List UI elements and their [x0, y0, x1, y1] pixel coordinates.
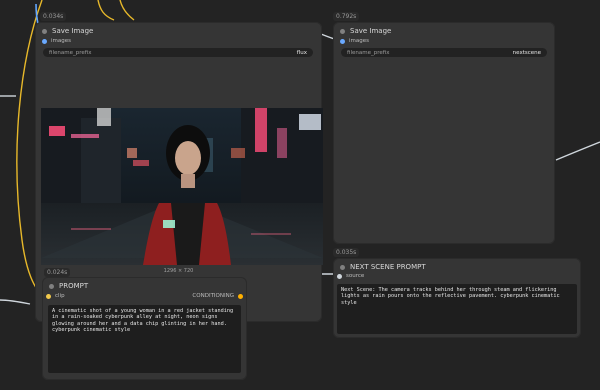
input-label: images [349, 38, 369, 44]
widget-value: nextscene [512, 49, 541, 56]
collapse-dot-icon[interactable] [340, 264, 345, 270]
filename-prefix-field[interactable]: filename_prefix flux [43, 48, 313, 57]
collapse-dot-icon[interactable] [340, 28, 345, 34]
image-dimensions: 1296 × 720 [163, 268, 194, 274]
node-title: PROMPT [59, 282, 89, 290]
wire-yellow-top [97, 0, 115, 21]
next-scene-textarea[interactable]: Next Scene: The camera tracks behind her… [337, 284, 577, 334]
node-header[interactable]: NEXT SCENE PROMPT [333, 258, 581, 276]
execution-time-badge: 0.035s [333, 248, 360, 257]
widget-value: flux [296, 49, 307, 56]
conditioning-socket-icon[interactable] [238, 293, 243, 299]
node-title: Save Image [52, 27, 94, 35]
input-images[interactable]: images [42, 38, 71, 44]
widget-label: filename_prefix [49, 49, 92, 56]
images-socket-icon[interactable] [340, 38, 345, 44]
images-socket-icon[interactable] [42, 38, 47, 44]
source-socket-icon[interactable] [337, 273, 342, 279]
input-source[interactable]: source [337, 273, 364, 279]
collapse-dot-icon[interactable] [42, 28, 47, 34]
output-conditioning[interactable]: CONDITIONING [192, 293, 243, 299]
input-label: source [346, 273, 365, 279]
node-header[interactable]: Save Image [35, 22, 322, 40]
next-scene-prompt-node[interactable]: NEXT SCENE PROMPT source Next Scene: The… [333, 258, 581, 338]
filename-prefix-field[interactable]: filename_prefix nextscene [341, 48, 547, 57]
execution-time-badge: 0.792s [333, 12, 360, 21]
widget-label: filename_prefix [347, 49, 390, 56]
collapse-dot-icon[interactable] [49, 283, 54, 289]
save-image-node-right[interactable]: Save Image images filename_prefix nextsc… [333, 22, 555, 244]
node-title: NEXT SCENE PROMPT [350, 263, 426, 271]
wire-white-right-out [555, 141, 600, 161]
clip-socket-icon[interactable] [46, 293, 51, 299]
output-label: CONDITIONING [192, 293, 234, 299]
node-title: Save Image [350, 27, 392, 35]
input-label: clip [55, 293, 65, 299]
input-clip[interactable]: clip [46, 293, 65, 299]
input-images[interactable]: images [340, 38, 369, 44]
wire-white-bottom-left [0, 299, 31, 305]
input-label: images [51, 38, 71, 44]
wire-yellow-top-2 [119, 0, 135, 21]
prompt-textarea[interactable]: A cinematic shot of a young woman in a r… [48, 305, 241, 373]
prompt-node[interactable]: PROMPT clip CONDITIONING A cinematic sho… [42, 277, 247, 380]
image-preview[interactable] [41, 108, 323, 265]
preview-image [41, 108, 323, 265]
execution-time-badge: 0.034s [40, 12, 67, 21]
execution-time-badge: 0.024s [44, 268, 71, 277]
